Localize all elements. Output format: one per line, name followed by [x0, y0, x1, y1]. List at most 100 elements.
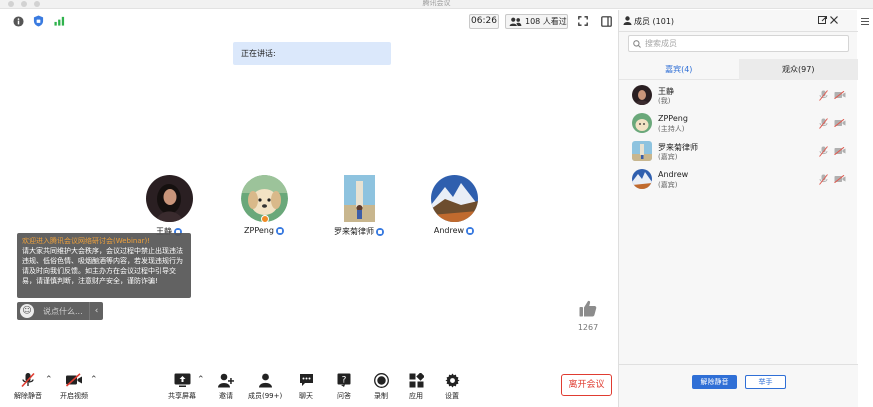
- meeting-notice: 欢迎进入腾讯会议网络研讨会(Webinar)! 请大家共同维护大会秩序，会议过程…: [17, 233, 191, 298]
- raise-hand-button[interactable]: 举手: [745, 375, 786, 389]
- member-search-box[interactable]: [628, 35, 849, 52]
- unmute-button[interactable]: 解除静音: [12, 372, 44, 401]
- record-icon: [373, 372, 389, 388]
- mic-muted-icon[interactable]: [819, 90, 828, 101]
- apps-grid-icon: [409, 372, 424, 387]
- info-icon[interactable]: [12, 15, 24, 27]
- start-video-button[interactable]: 开启视频: [58, 372, 90, 401]
- unmute-all-button[interactable]: 解除静音: [692, 375, 737, 389]
- video-off-icon[interactable]: [834, 91, 846, 99]
- mic-muted-icon[interactable]: [819, 146, 828, 157]
- participant-name: 罗来菊律师: [334, 227, 374, 236]
- leave-meeting-button[interactable]: 离开会议: [561, 374, 612, 396]
- video-off-icon[interactable]: [834, 119, 846, 127]
- speaking-indicator: 正在讲话:: [233, 42, 391, 65]
- hamburger-menu-icon[interactable]: [857, 10, 873, 32]
- video-off-icon[interactable]: [834, 175, 846, 183]
- share-screen-label: 共享屏幕: [168, 392, 196, 400]
- chat-input[interactable]: 说点什么...: [43, 306, 89, 317]
- list-item[interactable]: 王静 (我): [619, 82, 858, 110]
- security-shield-icon[interactable]: [32, 15, 44, 27]
- network-signal-icon[interactable]: [53, 15, 65, 27]
- mic-muted-icon[interactable]: [819, 118, 828, 129]
- pop-out-icon[interactable]: [818, 16, 827, 25]
- avatar: [632, 85, 652, 105]
- person-icon: [623, 16, 632, 25]
- member-list: 王静 (我) ZPPeng (主持人) 罗来菊律师 (嘉宾) Andrew (嘉…: [619, 82, 858, 194]
- settings-button[interactable]: 设置: [440, 372, 464, 401]
- thumbs-up-icon: [579, 300, 597, 317]
- participant-name: Andrew: [433, 226, 465, 235]
- share-screen-button[interactable]: 共享屏幕: [166, 372, 198, 401]
- question-icon: ?: [337, 373, 351, 387]
- unmute-label: 解除静音: [14, 392, 42, 400]
- member-role: (主持人): [658, 125, 685, 133]
- audio-options-chevron-icon[interactable]: ⌃: [45, 375, 53, 385]
- people-icon: [509, 17, 522, 26]
- video-off-icon: [65, 373, 82, 387]
- chat-button[interactable]: 聊天: [294, 372, 318, 401]
- invite-button[interactable]: 邀请: [213, 372, 239, 401]
- apps-label: 应用: [409, 392, 423, 400]
- like-button[interactable]: 1267: [574, 300, 602, 332]
- record-button[interactable]: 录制: [369, 372, 393, 401]
- member-role: (嘉宾): [658, 181, 678, 189]
- verified-icon: [275, 226, 284, 235]
- member-tabs: 嘉宾(4) 观众(97): [619, 59, 858, 80]
- share-options-chevron-icon[interactable]: ⌃: [197, 375, 205, 385]
- meeting-timer: 06:26: [469, 14, 499, 29]
- avatar: [145, 175, 193, 222]
- tab-guests[interactable]: 嘉宾(4): [619, 59, 739, 80]
- emoji-icon[interactable]: ☺: [20, 304, 34, 318]
- avatar: [335, 175, 383, 222]
- svg-text:?: ?: [342, 376, 347, 386]
- close-icon[interactable]: [830, 16, 838, 24]
- title-bar: 腾讯会议: [0, 0, 873, 9]
- members-button[interactable]: 成员(99+): [248, 372, 282, 401]
- gear-icon: [444, 372, 460, 388]
- video-options-chevron-icon[interactable]: ⌃: [90, 375, 98, 385]
- window-title: 腾讯会议: [422, 0, 451, 7]
- list-item[interactable]: ZPPeng (主持人): [619, 110, 858, 138]
- member-name: ZPPeng: [658, 114, 688, 123]
- participant-tile[interactable]: Andrew: [409, 175, 499, 235]
- participant-tile[interactable]: 王静: [124, 175, 214, 237]
- record-label: 录制: [374, 392, 388, 400]
- fullscreen-icon[interactable]: [577, 15, 589, 27]
- members-label: 成员(99+): [248, 392, 283, 400]
- member-name: Andrew: [658, 170, 689, 179]
- avatar: [240, 175, 288, 223]
- host-badge-icon: [260, 215, 269, 223]
- search-icon: [633, 39, 641, 48]
- participant-name: ZPPeng: [244, 226, 274, 235]
- like-count: 1267: [577, 323, 599, 332]
- chat-input-bar[interactable]: ☺ 说点什么... ‹: [17, 302, 103, 320]
- tab-audience[interactable]: 观众(97): [738, 59, 858, 80]
- member-role: (嘉宾): [658, 153, 678, 161]
- participant-tile[interactable]: 罗来菊律师: [314, 175, 404, 237]
- members-icon: [258, 373, 272, 387]
- mic-muted-icon[interactable]: [819, 174, 828, 185]
- qa-label: 问答: [337, 392, 351, 400]
- layout-toggle-icon[interactable]: [600, 15, 612, 27]
- list-item[interactable]: 罗来菊律师 (嘉宾): [619, 138, 858, 166]
- video-off-icon[interactable]: [834, 147, 846, 155]
- notice-body: 请大家共同维护大会秩序，会议过程中禁止出现违法违规、低俗色情、吸烟酗酒等内容，若…: [22, 247, 183, 285]
- mic-muted-icon: [21, 372, 35, 388]
- apps-button[interactable]: 应用: [404, 372, 428, 401]
- share-screen-icon: [174, 373, 190, 387]
- list-item[interactable]: Andrew (嘉宾): [619, 166, 858, 194]
- avatar: [632, 169, 652, 189]
- viewer-count-badge[interactable]: 108 人看过: [505, 14, 568, 29]
- collapse-chat-icon[interactable]: ‹: [89, 302, 103, 320]
- qa-button[interactable]: ? 问答: [332, 372, 356, 401]
- chat-label: 聊天: [299, 392, 313, 400]
- avatar: [632, 141, 652, 161]
- members-panel-title: 成员 (101): [634, 17, 675, 26]
- participant-tile[interactable]: ZPPeng: [219, 175, 309, 235]
- member-search-input[interactable]: [645, 39, 835, 48]
- viewer-count-text: 108 人看过: [525, 17, 567, 26]
- video-stage: 正在讲话: 王静 ZPPeng 罗来菊律师 Andrew 欢迎进入腾讯会议网络研…: [0, 32, 618, 366]
- bottom-toolbar: 解除静音 ⌃ 开启视频 ⌃ 共享屏幕 ⌃ 邀请 成员(99+) 聊天 ? 问答: [0, 366, 618, 407]
- meeting-window: 腾讯会议 06:26 108 人看过 正在讲话: 王静 ZPPeng 罗来菊律师…: [0, 0, 873, 407]
